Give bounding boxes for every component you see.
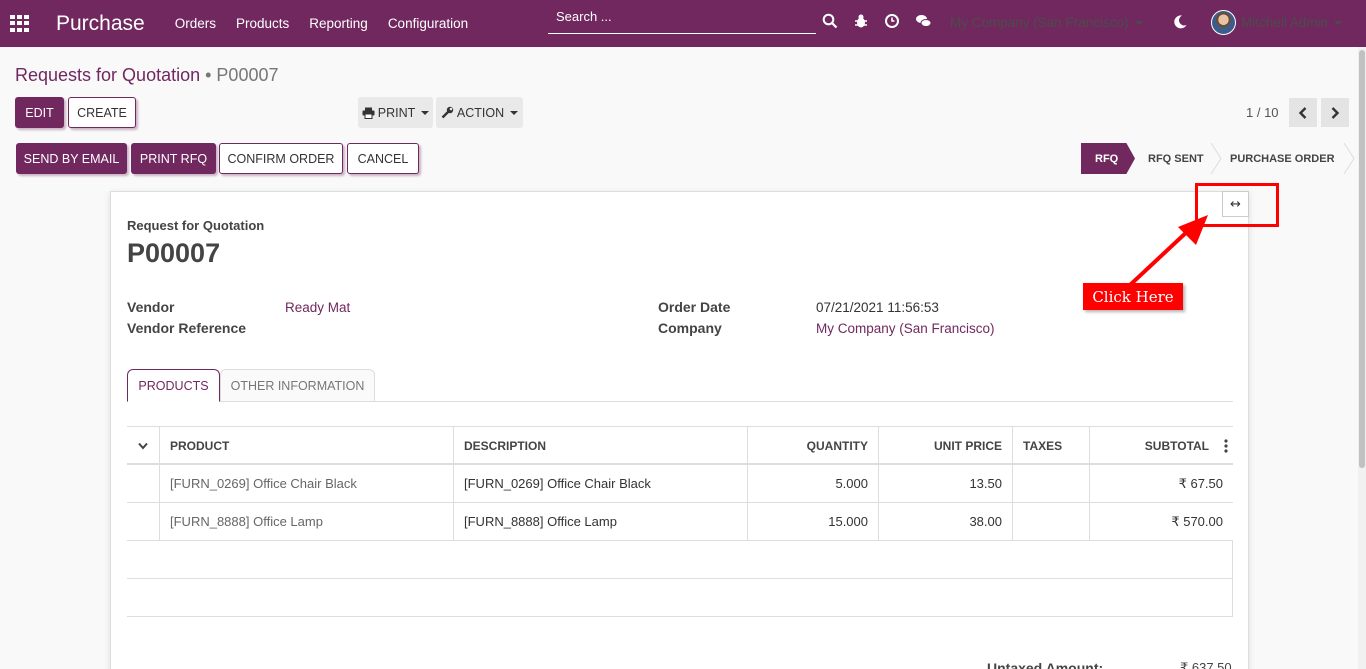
row-handle: [127, 465, 160, 502]
row-toggle-header[interactable]: [127, 427, 160, 464]
breadcrumb-separator: •: [205, 65, 212, 85]
vendor-value[interactable]: Ready Mat: [285, 300, 350, 315]
main-menu: Orders Products Reporting Configuration: [175, 16, 488, 31]
action-label: ACTION: [456, 105, 505, 120]
cell-subtotal: ₹ 570.00: [1171, 513, 1223, 529]
company-value[interactable]: My Company (San Francisco): [816, 321, 995, 336]
document-type-label: Request for Quotation: [127, 218, 265, 233]
bug-icon[interactable]: [853, 13, 869, 29]
menu-orders[interactable]: Orders: [175, 16, 216, 31]
menu-products[interactable]: Products: [236, 16, 289, 31]
send-by-email-button[interactable]: SEND BY EMAIL: [16, 143, 127, 174]
table-row-empty[interactable]: [127, 579, 1233, 617]
header-subtotal[interactable]: SUBTOTAL: [1090, 427, 1233, 464]
chevron-down-icon: [138, 442, 148, 450]
breadcrumb-parent[interactable]: Requests for Quotation: [15, 65, 200, 85]
status-rfq-sent[interactable]: RFQ SENT: [1148, 143, 1204, 174]
annotation-label: Click Here: [1083, 283, 1183, 310]
order-date-label: Order Date: [658, 299, 731, 315]
header-unit-price[interactable]: UNIT PRICE: [879, 427, 1013, 464]
notebook-tabs: OTHER INFORMATION PRODUCTS: [127, 369, 1233, 402]
company-switcher[interactable]: My Company (San Francisco): [950, 15, 1143, 30]
menu-reporting[interactable]: Reporting: [309, 16, 368, 31]
document-name: P00007: [127, 238, 221, 268]
cell-product[interactable]: [FURN_0269] Office Chair Black: [160, 465, 454, 502]
apps-icon[interactable]: [10, 14, 30, 33]
chevron-left-icon: [1298, 106, 1307, 119]
create-button[interactable]: CREATE: [68, 97, 136, 128]
cancel-button[interactable]: CANCEL: [347, 143, 419, 174]
confirm-order-button[interactable]: CONFIRM ORDER: [219, 143, 343, 174]
chevron-right-icon: [1331, 106, 1340, 119]
cell-quantity[interactable]: 5.000: [748, 465, 879, 502]
pager-next-button[interactable]: [1321, 98, 1349, 127]
status-divider-icon: [1343, 143, 1355, 174]
avatar[interactable]: [1211, 10, 1236, 35]
table-header: PRODUCT DESCRIPTION QUANTITY UNIT PRICE …: [127, 426, 1233, 465]
cell-unit-price[interactable]: 13.50: [879, 465, 1013, 502]
tab-products[interactable]: PRODUCTS: [127, 369, 220, 402]
action-dropdown[interactable]: ACTION: [436, 97, 523, 128]
vendor-reference-label: Vendor Reference: [127, 320, 247, 336]
order-lines-table: PRODUCT DESCRIPTION QUANTITY UNIT PRICE …: [127, 426, 1233, 617]
print-label: PRINT: [377, 105, 416, 120]
cell-description[interactable]: [FURN_0269] Office Chair Black: [454, 465, 748, 502]
cell-taxes[interactable]: [1013, 465, 1090, 502]
table-row[interactable]: [FURN_0269] Office Chair Black [FURN_026…: [127, 465, 1233, 503]
pager-value[interactable]: 1 / 10: [1246, 105, 1279, 120]
breadcrumb: Requests for Quotation • P00007: [15, 65, 278, 86]
app-title[interactable]: Purchase: [56, 12, 145, 36]
table-row-empty[interactable]: [127, 541, 1233, 579]
clock-icon[interactable]: [884, 13, 900, 29]
moon-icon[interactable]: [1172, 14, 1188, 30]
pager-previous-button[interactable]: [1289, 98, 1317, 127]
column-options-icon[interactable]: [1224, 439, 1228, 453]
navbar-icons: [822, 13, 947, 29]
edit-button[interactable]: EDIT: [15, 97, 64, 128]
printer-icon: [362, 107, 375, 119]
cell-unit-price[interactable]: 38.00: [879, 503, 1013, 540]
user-menu[interactable]: Mitchell Admin: [1241, 15, 1343, 30]
status-rfq[interactable]: RFQ: [1081, 143, 1135, 174]
wrench-icon: [441, 106, 454, 119]
vendor-label: Vendor: [127, 299, 175, 315]
status-purchase-order[interactable]: PURCHASE ORDER: [1230, 143, 1335, 174]
header-product[interactable]: PRODUCT: [160, 427, 454, 464]
untaxed-amount-label: Untaxed Amount:: [987, 660, 1104, 669]
cell-description[interactable]: [FURN_8888] Office Lamp: [454, 503, 748, 540]
print-dropdown[interactable]: PRINT: [358, 97, 433, 128]
cell-product[interactable]: [FURN_8888] Office Lamp: [160, 503, 454, 540]
untaxed-amount-value: ₹ 637.50: [1180, 660, 1232, 669]
header-taxes[interactable]: TAXES: [1013, 427, 1090, 464]
menu-configuration[interactable]: Configuration: [388, 16, 468, 31]
status-divider-icon: [1210, 143, 1222, 174]
order-date-value: 07/21/2021 11:56:53: [816, 300, 939, 315]
company-label: Company: [658, 320, 722, 336]
table-row[interactable]: [FURN_8888] Office Lamp [FURN_8888] Offi…: [127, 503, 1233, 541]
row-handle: [127, 503, 160, 540]
header-description[interactable]: DESCRIPTION: [454, 427, 748, 464]
tab-other-information[interactable]: OTHER INFORMATION: [220, 369, 375, 402]
cell-quantity[interactable]: 15.000: [748, 503, 879, 540]
search-input[interactable]: Search ...: [548, 6, 816, 34]
cell-subtotal: ₹ 67.50: [1178, 475, 1223, 491]
cell-taxes[interactable]: [1013, 503, 1090, 540]
chat-icon[interactable]: [915, 13, 932, 29]
print-rfq-button[interactable]: PRINT RFQ: [131, 143, 216, 174]
header-quantity[interactable]: QUANTITY: [748, 427, 879, 464]
breadcrumb-current: P00007: [216, 65, 279, 85]
search-icon[interactable]: [822, 13, 838, 29]
scrollbar-thumb[interactable]: [1359, 50, 1365, 468]
